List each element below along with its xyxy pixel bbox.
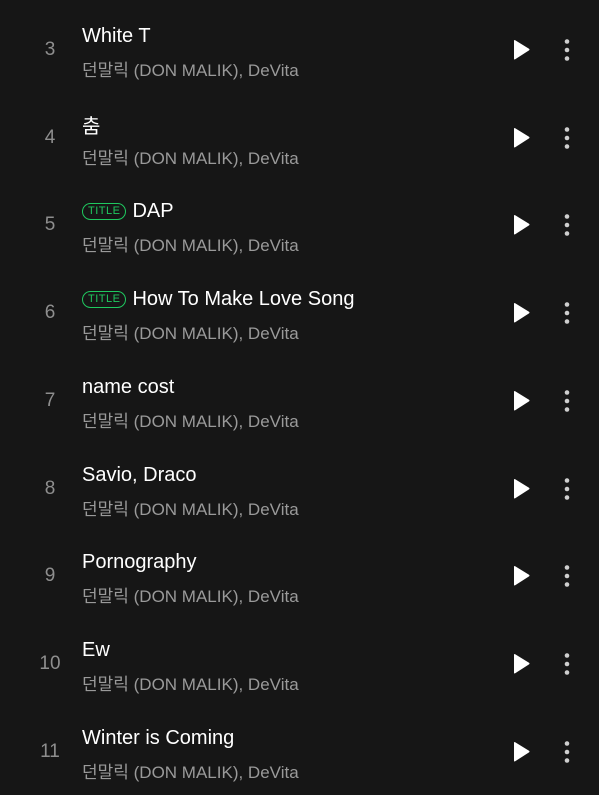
play-button[interactable] [507, 387, 535, 415]
track-title-line: TITLE How To Make Love Song [82, 286, 354, 312]
more-options-button[interactable] [556, 299, 578, 327]
track-title-line: Savio, Draco [82, 462, 197, 488]
more-options-button[interactable] [556, 475, 578, 503]
more-vertical-icon [564, 302, 570, 324]
play-icon [514, 478, 530, 499]
play-icon [514, 565, 530, 586]
more-options-button[interactable] [556, 387, 578, 415]
track-artist[interactable]: 던말릭 (DON MALIK), DeVita [82, 144, 299, 169]
play-icon [514, 39, 530, 60]
track-number: 8 [44, 478, 56, 499]
track-artist[interactable]: 던말릭 (DON MALIK), DeVita [82, 582, 299, 607]
more-vertical-icon [564, 565, 570, 587]
track-title-line: TITLE DAP [82, 198, 174, 224]
more-options-button[interactable] [556, 738, 578, 766]
track-title[interactable]: Savio, Draco [82, 464, 197, 487]
track-number: 4 [44, 127, 56, 148]
play-button[interactable] [507, 211, 535, 239]
track-list: 3 White T 던말릭 (DON MALIK), DeVita 4 춤 던말릭 (DO… [0, 0, 599, 784]
track-number: 6 [44, 302, 56, 323]
track-title-line: 춤 [82, 110, 100, 139]
track-title[interactable]: Winter is Coming [82, 727, 234, 750]
track-row[interactable]: 10 Ew 던말릭 (DON MALIK), DeVita [0, 620, 599, 707]
track-number: 11 [40, 741, 60, 762]
track-title-line: Winter is Coming [82, 725, 234, 751]
play-button[interactable] [507, 650, 535, 678]
play-icon [514, 214, 530, 235]
track-row[interactable]: 3 White T 던말릭 (DON MALIK), DeVita [0, 6, 599, 93]
track-artist[interactable]: 던말릭 (DON MALIK), DeVita [82, 231, 299, 256]
track-title-line: Ew [82, 637, 110, 663]
play-button[interactable] [507, 562, 535, 590]
more-options-button[interactable] [556, 650, 578, 678]
track-title[interactable]: name cost [82, 376, 174, 399]
more-vertical-icon [564, 741, 570, 763]
more-vertical-icon [564, 214, 570, 236]
track-number: 5 [44, 214, 56, 235]
track-row[interactable]: 6 TITLE How To Make Love Song 던말릭 (DON MALI… [0, 269, 599, 356]
track-title[interactable]: Pornography [82, 551, 197, 574]
track-title-line: White T [82, 23, 151, 49]
more-vertical-icon [564, 39, 570, 61]
track-title[interactable]: Ew [82, 639, 110, 662]
track-title-line: name cost [82, 374, 174, 400]
track-artist[interactable]: 던말릭 (DON MALIK), DeVita [82, 670, 299, 695]
track-row[interactable]: 5 TITLE DAP 던말릭 (DON MALIK), DeVita [0, 181, 599, 268]
track-artist[interactable]: 던말릭 (DON MALIK), DeVita [82, 758, 299, 783]
play-icon [514, 653, 530, 674]
more-options-button[interactable] [556, 36, 578, 64]
title-badge: TITLE [82, 290, 127, 308]
play-icon [514, 302, 530, 323]
more-options-button[interactable] [556, 562, 578, 590]
track-number: 3 [44, 39, 56, 60]
more-vertical-icon [564, 127, 570, 149]
track-title-line: Pornography [82, 549, 197, 575]
play-button[interactable] [507, 36, 535, 64]
track-artist[interactable]: 던말릭 (DON MALIK), DeVita [82, 495, 299, 520]
track-row[interactable]: 11 Winter is Coming 던말릭 (DON MALIK), DeVit… [0, 708, 599, 795]
more-options-button[interactable] [556, 211, 578, 239]
play-button[interactable] [507, 738, 535, 766]
play-icon [514, 127, 530, 148]
track-number: 7 [44, 390, 56, 411]
title-badge: TITLE [82, 202, 127, 220]
track-title[interactable]: 춤 [82, 110, 100, 139]
play-button[interactable] [507, 124, 535, 152]
track-artist[interactable]: 던말릭 (DON MALIK), DeVita [82, 319, 299, 344]
more-vertical-icon [564, 478, 570, 500]
track-title[interactable]: DAP [132, 200, 173, 223]
more-vertical-icon [564, 653, 570, 675]
play-button[interactable] [507, 475, 535, 503]
track-title[interactable]: How To Make Love Song [132, 288, 354, 311]
track-artist[interactable]: 던말릭 (DON MALIK), DeVita [82, 407, 299, 432]
track-row[interactable]: 9 Pornography 던말릭 (DON MALIK), DeVita [0, 532, 599, 619]
more-vertical-icon [564, 390, 570, 412]
track-row[interactable]: 7 name cost 던말릭 (DON MALIK), DeVita [0, 357, 599, 444]
track-row[interactable]: 8 Savio, Draco 던말릭 (DON MALIK), DeVita [0, 445, 599, 532]
track-row[interactable]: 4 춤던말릭 (DON MALIK), DeVita [0, 94, 599, 181]
play-icon [514, 390, 530, 411]
track-title[interactable]: White T [82, 25, 151, 48]
play-icon [514, 741, 530, 762]
more-options-button[interactable] [556, 124, 578, 152]
track-artist[interactable]: 던말릭 (DON MALIK), DeVita [82, 56, 299, 81]
play-button[interactable] [507, 299, 535, 327]
track-number: 9 [44, 565, 56, 586]
track-number: 10 [39, 653, 61, 674]
